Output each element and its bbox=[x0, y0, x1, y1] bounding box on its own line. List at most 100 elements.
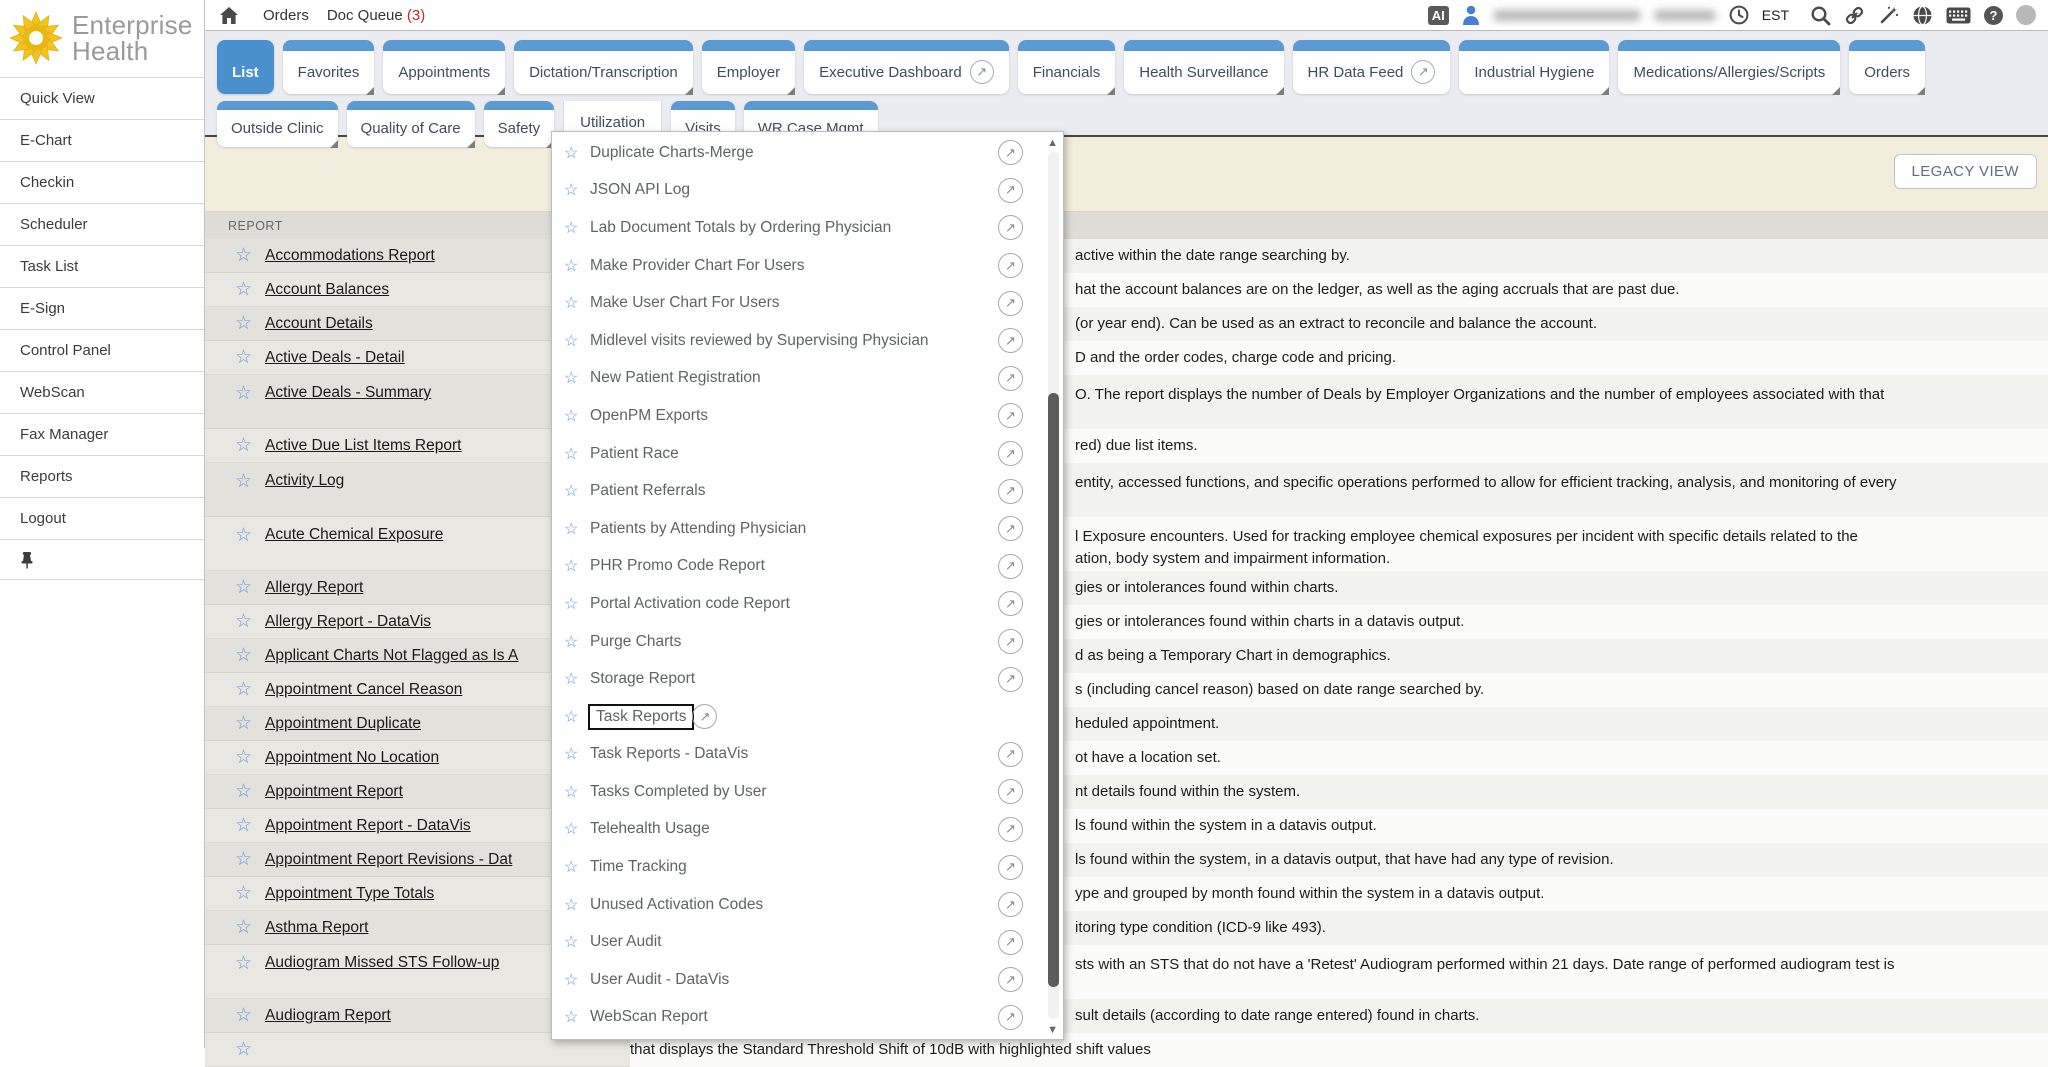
favorite-star-icon[interactable]: ☆ bbox=[564, 932, 590, 952]
sidebar-item[interactable]: Logout bbox=[0, 498, 204, 540]
tab[interactable]: Appointments ↗ bbox=[383, 40, 505, 94]
tab[interactable]: Employer ↗ bbox=[702, 40, 795, 94]
tab[interactable]: HR Data Feed ↗ bbox=[1293, 40, 1451, 94]
report-link[interactable]: Accommodations Report bbox=[265, 247, 435, 265]
favorite-star-icon[interactable]: ☆ bbox=[564, 895, 590, 915]
open-in-new-icon[interactable]: ↗ bbox=[998, 291, 1023, 316]
user-icon[interactable] bbox=[1462, 5, 1480, 25]
doc-queue-link[interactable]: Doc Queue (3) bbox=[327, 7, 425, 24]
menu-item[interactable]: ☆ User Audit - DataVis ↗ bbox=[552, 961, 1035, 999]
tab[interactable]: Orders ↗ bbox=[1849, 40, 1925, 94]
sidebar-item[interactable]: Control Panel bbox=[0, 330, 204, 372]
open-in-new-icon[interactable]: ↗ bbox=[998, 930, 1023, 955]
wand-icon[interactable] bbox=[1878, 5, 1899, 26]
favorite-star-icon[interactable]: ☆ bbox=[235, 782, 252, 801]
menu-item[interactable]: ☆ PHR Promo Code Report ↗ bbox=[552, 548, 1035, 586]
favorite-star-icon[interactable]: ☆ bbox=[235, 436, 252, 455]
open-in-new-icon[interactable]: ↗ bbox=[998, 215, 1023, 240]
menu-item[interactable]: ☆ Task Reports - DataVis ↗ bbox=[552, 736, 1035, 774]
open-in-new-icon[interactable]: ↗ bbox=[998, 629, 1023, 654]
open-in-new-icon[interactable]: ↗ bbox=[998, 178, 1023, 203]
favorite-star-icon[interactable]: ☆ bbox=[564, 444, 590, 464]
home-icon[interactable] bbox=[219, 6, 239, 25]
report-link[interactable]: Account Details bbox=[265, 315, 373, 333]
menu-item[interactable]: ☆ Time Tracking ↗ bbox=[552, 848, 1035, 886]
open-in-new-icon[interactable]: ↗ bbox=[998, 779, 1023, 804]
open-in-new-icon[interactable]: ↗ bbox=[998, 817, 1023, 842]
keyboard-icon[interactable] bbox=[1946, 7, 1971, 24]
favorite-star-icon[interactable]: ☆ bbox=[235, 954, 252, 973]
open-in-new-icon[interactable]: ↗ bbox=[998, 479, 1023, 504]
tab[interactable]: Financials ↗ bbox=[1018, 40, 1116, 94]
favorite-star-icon[interactable]: ☆ bbox=[235, 646, 252, 665]
favorite-star-icon[interactable]: ☆ bbox=[235, 816, 252, 835]
report-link[interactable]: Allergy Report bbox=[265, 579, 363, 597]
favorite-star-icon[interactable]: ☆ bbox=[235, 280, 252, 299]
favorite-star-icon[interactable]: ☆ bbox=[564, 819, 590, 839]
menu-item[interactable]: ☆ Patients by Attending Physician ↗ bbox=[552, 510, 1035, 548]
favorite-star-icon[interactable]: ☆ bbox=[564, 782, 590, 802]
open-in-new-icon[interactable]: ↗ bbox=[692, 704, 717, 729]
favorite-star-icon[interactable]: ☆ bbox=[564, 970, 590, 990]
menu-item[interactable]: ☆ Duplicate Charts-Merge ↗ bbox=[552, 134, 1035, 172]
menu-item[interactable]: ☆ JSON API Log ↗ bbox=[552, 172, 1035, 210]
favorite-star-icon[interactable]: ☆ bbox=[564, 293, 590, 313]
favorite-star-icon[interactable]: ☆ bbox=[564, 1007, 590, 1027]
globe-icon[interactable] bbox=[1912, 5, 1933, 26]
favorite-star-icon[interactable]: ☆ bbox=[235, 578, 252, 597]
sidebar-item[interactable]: Scheduler bbox=[0, 204, 204, 246]
report-link[interactable]: Activity Log bbox=[265, 472, 344, 490]
link-icon[interactable] bbox=[1844, 5, 1865, 26]
favorite-star-icon[interactable]: ☆ bbox=[235, 612, 252, 631]
app-logo[interactable]: Enterprise Health bbox=[0, 0, 204, 77]
sidebar-item[interactable]: WebScan bbox=[0, 372, 204, 414]
tab[interactable]: Health Surveillance ↗ bbox=[1124, 40, 1283, 94]
pin-icon[interactable] bbox=[20, 551, 34, 569]
favorite-star-icon[interactable]: ☆ bbox=[564, 218, 590, 238]
favorite-star-icon[interactable]: ☆ bbox=[564, 481, 590, 501]
menu-item[interactable]: ☆ Unused Activation Codes ↗ bbox=[552, 886, 1035, 924]
favorite-star-icon[interactable]: ☆ bbox=[235, 680, 252, 699]
report-link[interactable]: Acute Chemical Exposure bbox=[265, 526, 443, 544]
menu-item[interactable]: ☆ Make Provider Chart For Users ↗ bbox=[552, 247, 1035, 285]
avatar[interactable] bbox=[2016, 5, 2036, 25]
open-in-new-icon[interactable]: ↗ bbox=[998, 554, 1023, 579]
clock-icon[interactable] bbox=[1729, 5, 1749, 25]
help-icon[interactable]: ? bbox=[1984, 6, 2003, 25]
favorite-star-icon[interactable]: ☆ bbox=[235, 1006, 252, 1025]
report-link[interactable]: Allergy Report - DataVis bbox=[265, 613, 431, 631]
menu-item[interactable]: ☆ Midlevel visits reviewed by Supervisin… bbox=[552, 322, 1035, 360]
report-link[interactable]: Appointment Report Revisions - Dat bbox=[265, 851, 512, 869]
favorite-star-icon[interactable]: ☆ bbox=[564, 669, 590, 689]
menu-item[interactable]: ☆ New Patient Registration ↗ bbox=[552, 360, 1035, 398]
scroll-up-icon[interactable]: ▲ bbox=[1047, 137, 1058, 149]
orders-link[interactable]: Orders bbox=[263, 7, 309, 24]
ai-badge[interactable]: AI bbox=[1428, 6, 1449, 25]
menu-item[interactable]: ☆ User Audit ↗ bbox=[552, 923, 1035, 961]
report-link[interactable]: Appointment No Location bbox=[265, 749, 439, 767]
tab[interactable]: Dictation/Transcription ↗ bbox=[514, 40, 693, 94]
menu-item[interactable]: ☆ Portal Activation code Report ↗ bbox=[552, 585, 1035, 623]
menu-item[interactable]: ☆ Lab Document Totals by Ordering Physic… bbox=[552, 209, 1035, 247]
open-in-new-icon[interactable]: ↗ bbox=[998, 591, 1023, 616]
tab[interactable]: Industrial Hygiene ↗ bbox=[1459, 40, 1609, 94]
report-link[interactable]: Account Balances bbox=[265, 281, 389, 299]
menu-item[interactable]: ☆ Telehealth Usage ↗ bbox=[552, 811, 1035, 849]
tab[interactable]: Safety ↗ bbox=[484, 101, 555, 147]
menu-item[interactable]: ☆ Storage Report ↗ bbox=[552, 660, 1035, 698]
tab[interactable]: Outside Clinic ↗ bbox=[217, 101, 338, 147]
favorite-star-icon[interactable]: ☆ bbox=[235, 314, 252, 333]
sidebar-item[interactable]: Reports bbox=[0, 456, 204, 498]
sidebar-item[interactable]: Task List bbox=[0, 246, 204, 288]
open-in-new-icon[interactable]: ↗ bbox=[998, 140, 1023, 165]
sidebar-item[interactable]: E-Sign bbox=[0, 288, 204, 330]
report-link[interactable]: Appointment Report - DataVis bbox=[265, 817, 471, 835]
favorite-star-icon[interactable]: ☆ bbox=[564, 143, 590, 163]
favorite-star-icon[interactable]: ☆ bbox=[235, 384, 252, 403]
sidebar-item[interactable]: E-Chart bbox=[0, 120, 204, 162]
favorite-star-icon[interactable]: ☆ bbox=[564, 744, 590, 764]
favorite-star-icon[interactable]: ☆ bbox=[564, 368, 590, 388]
favorite-star-icon[interactable]: ☆ bbox=[564, 406, 590, 426]
legacy-view-button[interactable]: LEGACY VIEW bbox=[1894, 154, 2038, 189]
tab[interactable]: Quality of Care ↗ bbox=[347, 101, 475, 147]
